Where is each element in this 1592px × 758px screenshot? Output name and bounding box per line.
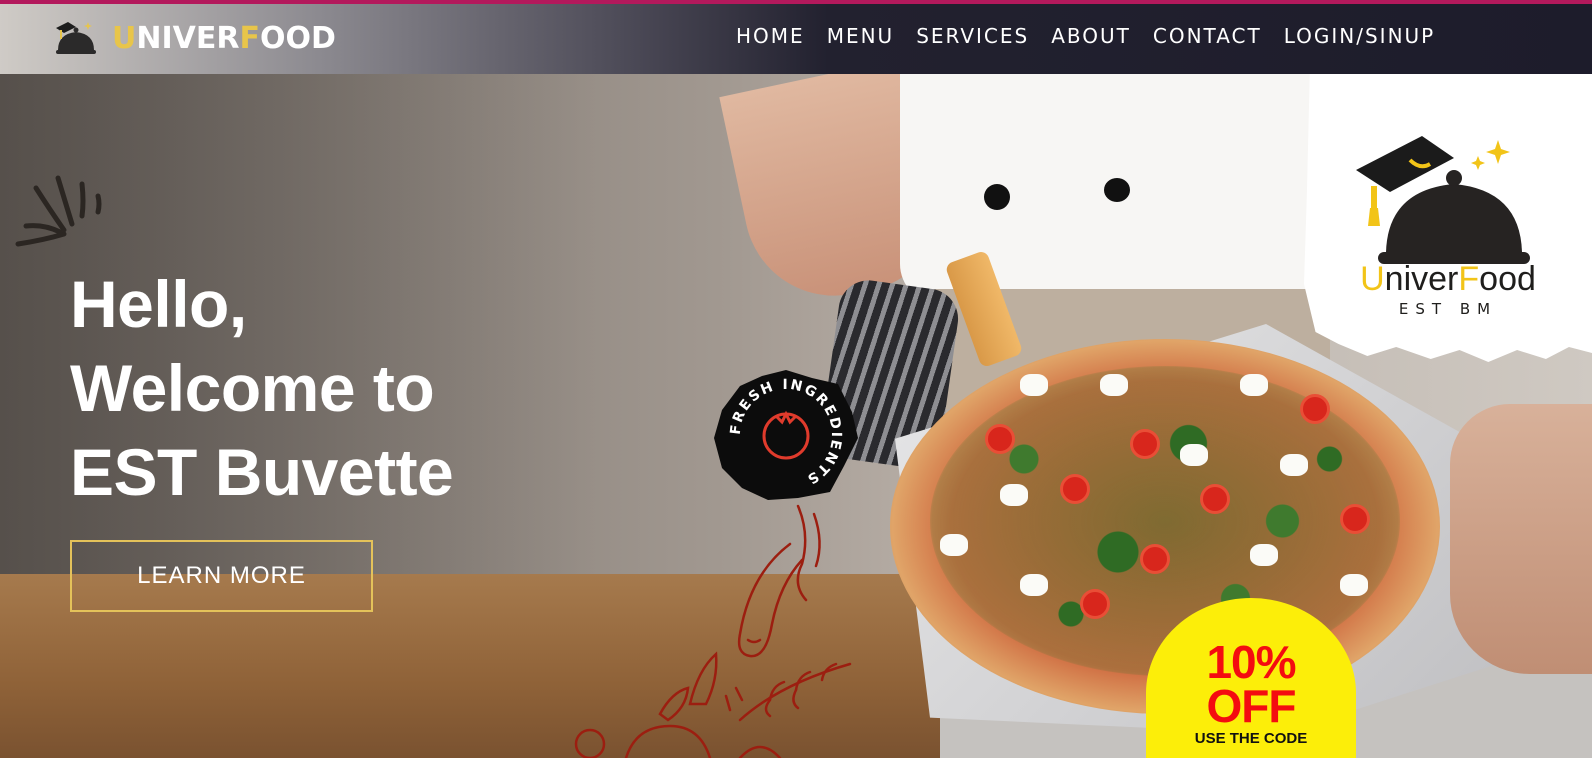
brand-logo[interactable]: UNIVERFOOD [52,18,336,58]
cheese-topping [1020,374,1048,396]
coat-button [984,184,1010,210]
tomato-topping [1200,484,1230,514]
tomato-topping [1140,544,1170,574]
corner-brand-name: UniverFood [1360,260,1536,298]
cheese-topping [1280,454,1308,476]
cheese-topping [1180,444,1208,466]
hero-section: Hello, Welcome to EST Buvette LEARN MORE… [0,74,1592,758]
cheese-topping [1250,544,1278,566]
offer-percent: 10% [1206,636,1296,688]
cheese-topping [1240,374,1268,396]
scribble-icon [15,175,102,247]
tomato-topping [985,424,1015,454]
tomato-topping [1080,589,1110,619]
page: UNIVERFOOD HOME MENU SERVICES ABOUT CONT… [0,0,1592,758]
nav-menu[interactable]: MENU [827,24,895,48]
learn-more-button[interactable]: LEARN MORE [70,540,373,612]
tomato-topping [1060,474,1090,504]
brand-name: UNIVERFOOD [112,20,336,56]
tomato-topping [1340,504,1370,534]
tomato-topping [1300,394,1330,424]
corner-brand-logo: UniverFood EST BM [1304,74,1592,362]
cheese-topping [1020,574,1048,596]
hero-title: Hello, Welcome to EST Buvette [70,267,454,509]
offer-off: OFF [1206,680,1297,732]
nav-about[interactable]: ABOUT [1051,24,1131,48]
graduation-cloche-icon [56,22,96,54]
corner-brand-tagline: EST BM [1398,300,1498,318]
nav-login-signup[interactable]: LOGIN/SINUP [1284,24,1436,48]
nav-services[interactable]: SERVICES [916,24,1029,48]
cheese-topping [940,534,968,556]
food-doodle-illustration [574,504,852,758]
chef-hand [1450,404,1592,674]
navbar: UNIVERFOOD HOME MENU SERVICES ABOUT CONT… [0,4,1592,74]
graduation-cloche-icon [1356,136,1530,264]
nav-contact[interactable]: CONTACT [1153,24,1262,48]
main-menu: HOME MENU SERVICES ABOUT CONTACT LOGIN/S… [736,24,1435,48]
cheese-topping [1340,574,1368,596]
cheese-topping [1000,484,1028,506]
coat-button [1104,178,1130,202]
fresh-ingredients-badge: FRESH INGREDIENTS [714,370,858,500]
tomato-topping [1130,429,1160,459]
sparkle-icon [1471,140,1510,170]
offer-code-label: USE THE CODE [1194,730,1308,747]
cheese-topping [1100,374,1128,396]
nav-home[interactable]: HOME [736,24,805,48]
